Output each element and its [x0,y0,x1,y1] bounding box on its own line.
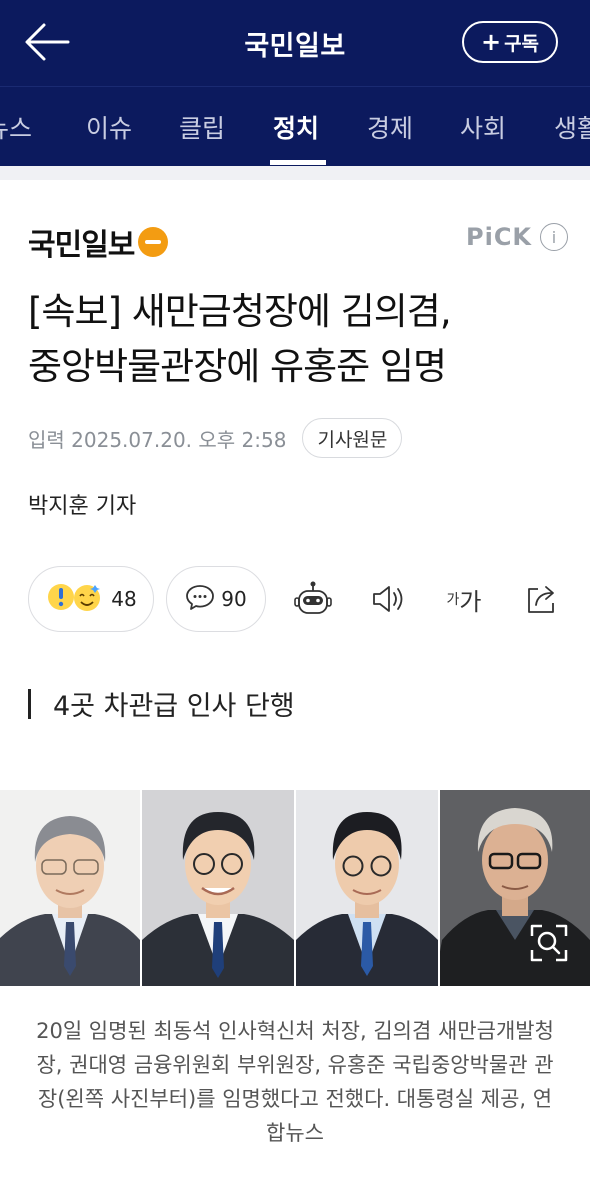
pick-label: PiCK [466,223,533,251]
info-icon[interactable]: i [540,223,569,251]
reporter-name[interactable]: 박지훈 기자 [28,488,136,520]
article-headline: [속보] 새만금청장에 김의겸, 중앙박물관장에 유홍준 임명 [28,284,568,394]
font-big-label: 가 [459,587,482,616]
category-tabs: 뉴스 이슈 클립 정치 경제 사회 생활 [0,86,590,166]
ai-summary-button[interactable] [291,577,335,621]
original-article-button[interactable]: 기사원문 [302,418,403,458]
comment-count: 90 [221,587,247,611]
reaction-count: 48 [111,587,137,611]
comment-button[interactable]: 90 [166,566,266,632]
share-button[interactable] [520,577,564,621]
pick-badge: PiCK i [466,223,569,251]
portrait-photo [142,790,294,986]
font-small-label: 가 [446,592,460,608]
action-bar: 48 90 가가 [28,566,568,632]
reaction-icon [45,581,105,618]
tab-news[interactable]: 뉴스 [0,109,32,145]
text-to-speech-button[interactable] [366,577,410,621]
article-subheading: 4곳 차관급 인사 단행 [28,684,295,723]
publish-date: 입력 2025.07.20. 오후 2:58 [28,427,287,452]
tab-society[interactable]: 사회 [460,109,506,145]
tab-issue[interactable]: 이슈 [86,109,132,145]
photo-caption: 20일 임명된 최동석 인사혁신처 처장, 김의겸 새만금개발청장, 권대영 금… [36,1019,554,1145]
tab-politics[interactable]: 정치 [273,109,319,145]
subscribe-button[interactable]: + 구독 [462,21,558,63]
font-size-button[interactable]: 가가 [442,577,486,621]
headline-line-2: 중앙박물관장에 유홍준 임명 [28,345,447,388]
plus-icon: + [480,28,502,56]
zoom-image-button[interactable] [518,912,580,974]
subheading-text: 4곳 차관급 인사 단행 [53,691,295,722]
robot-icon [294,581,332,614]
press-logo[interactable]: 국민일보 [28,220,169,264]
comment-icon [185,583,215,616]
reaction-button[interactable]: 48 [28,566,154,632]
top-bar: 국민일보 + 구독 [0,0,590,86]
tab-life[interactable]: 생활 [554,109,590,145]
article-photo[interactable] [0,790,590,986]
share-icon [528,586,554,613]
press-badge-icon [138,227,169,257]
subheading-bar [28,688,31,719]
article-meta: 입력 2025.07.20. 오후 2:58 기사원문 [28,418,403,458]
headline-line-1: [속보] 새만금청장에 김의겸, [28,290,452,333]
press-name: 국민일보 [28,228,135,263]
speaker-icon [373,586,403,612]
magnify-icon [530,924,568,962]
tab-clip[interactable]: 클립 [179,109,225,145]
tab-economy[interactable]: 경제 [367,109,413,145]
active-tab-indicator [270,160,326,165]
divider [0,166,590,180]
portrait-photo [0,790,140,986]
portrait-photo [296,790,438,986]
subscribe-label: 구독 [504,32,540,55]
